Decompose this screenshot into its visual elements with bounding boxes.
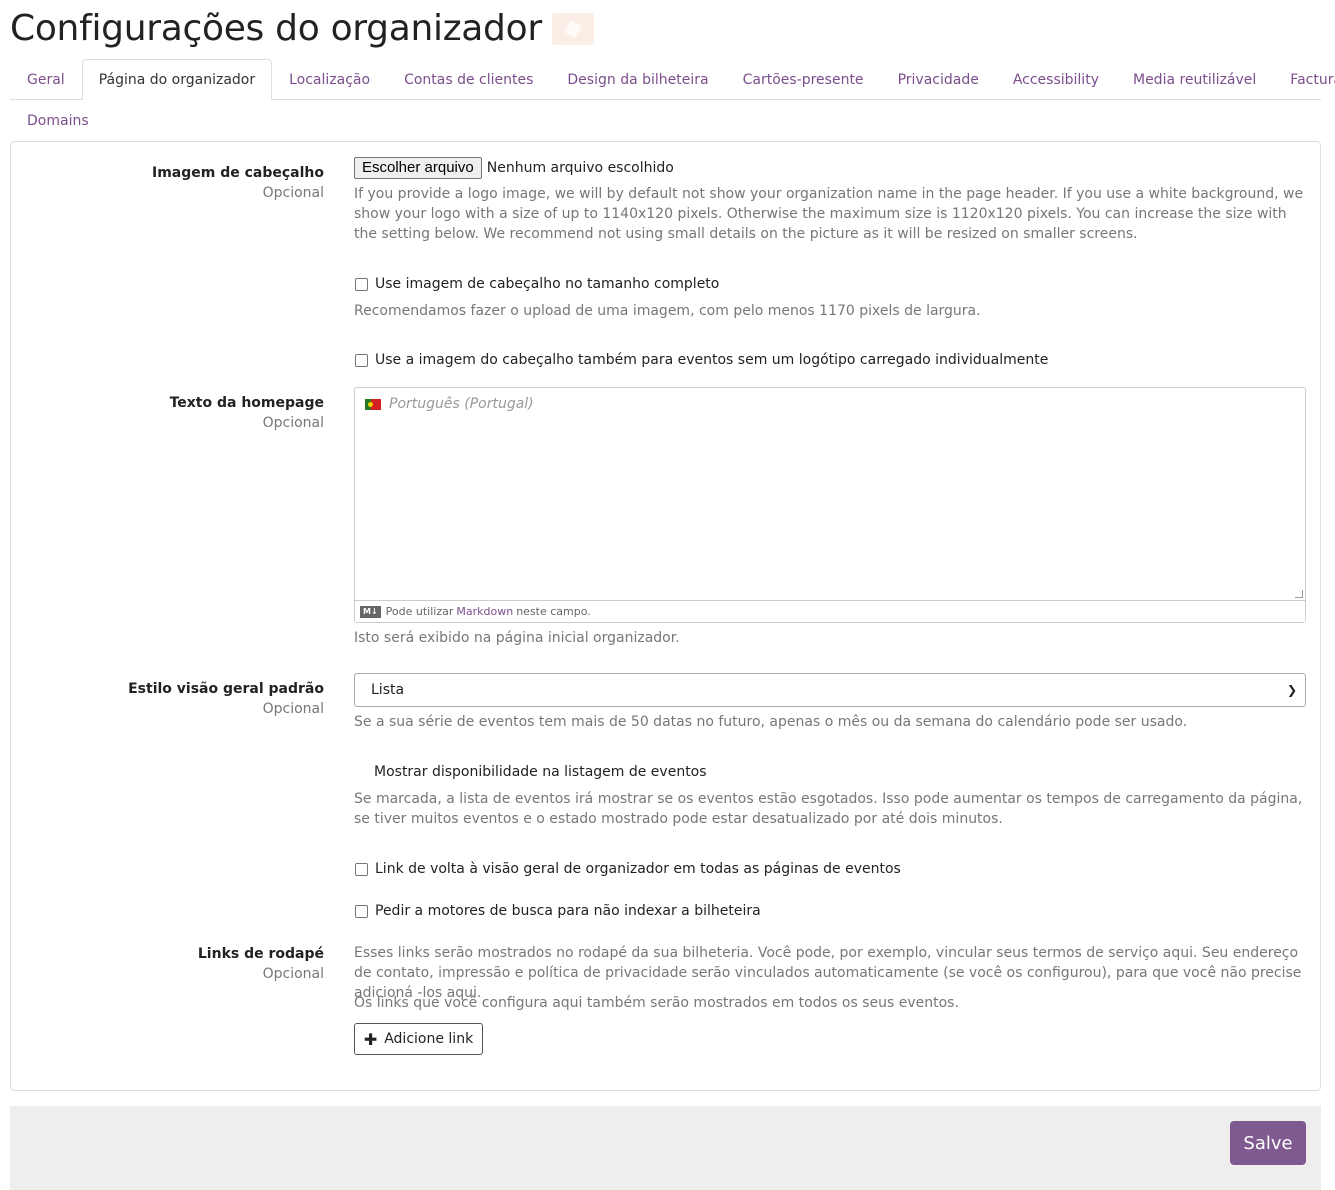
homepage-text-label-text: Texto da homepage [169,395,324,411]
page-title: Configurações do organizador [10,8,542,49]
homepage-text-editor[interactable]: Português (Portugal) M↓ Pode utilizar Ma… [354,387,1306,623]
tab-invoices[interactable]: Facturas [1273,59,1335,99]
file-status: Nenhum arquivo escolhido [486,160,674,176]
optional-text: Opcional [262,185,324,201]
organizer-logo [551,13,594,45]
tab-row-2: Domains [10,100,1321,141]
availability-row: Mostrar disponibilidade na listagem de e… [374,764,707,780]
settings-tabs: Geral Página do organizador Localização … [10,59,1335,141]
tab-organizer-page[interactable]: Página do organizador [81,59,273,100]
file-input: Escolher arquivo Nenhum arquivo escolhid… [354,157,674,179]
title-row: Configurações do organizador [10,6,594,52]
save-button[interactable]: Salve [1230,1121,1306,1165]
optional-text: Opcional [262,415,324,431]
markdown-hint: M↓ Pode utilizar Markdown neste campo. [355,600,1305,622]
tab-accessibility[interactable]: Accessibility [996,59,1116,99]
use-for-events-label: Use a imagem do cabeçalho também para ev… [375,352,1049,368]
choose-file-button[interactable]: Escolher arquivo [354,157,482,179]
chevron-down-icon: ❯ [1286,683,1297,697]
homepage-text-help: Isto será exibido na página inicial orga… [354,630,680,646]
availability-help: Se marcada, a lista de eventos irá mostr… [354,791,1303,827]
tab-gift-cards[interactable]: Cartões-presente [726,59,881,99]
overview-style-label-text: Estilo visão geral padrão [128,681,324,697]
full-size-row: Use imagem de cabeçalho no tamanho compl… [354,276,719,292]
tab-privacy[interactable]: Privacidade [881,59,996,99]
tab-row-1: Geral Página do organizador Localização … [10,59,1335,100]
availability-label[interactable]: Mostrar disponibilidade na listagem de e… [374,764,707,780]
back-link-row: Link de volta à visão geral de organizad… [354,861,901,877]
portugal-flag-icon [365,398,381,410]
overview-style-value: Lista [371,682,405,698]
back-link-checkbox[interactable] [355,862,368,876]
use-for-events-row: Use a imagem do cabeçalho também para ev… [354,352,1048,368]
header-image-label: Imagem de cabeçalho Opcional [11,163,324,203]
homepage-text-label: Texto da homepage Opcional [11,393,324,433]
full-size-help: Recomendamos fazer o upload de uma image… [354,303,981,319]
tab-domains[interactable]: Domains [10,100,106,141]
full-size-checkbox[interactable] [355,277,368,291]
tab-geral[interactable]: Geral [10,59,82,99]
form-footer: Salve [10,1106,1321,1190]
markdown-prefix: Pode utilizar [385,605,454,618]
overview-style-select[interactable]: Lista ❯ [354,673,1306,707]
noindex-label: Pedir a motores de busca para não indexa… [375,903,761,919]
add-link-label: Adicione link [384,1031,474,1047]
tab-localizacao[interactable]: Localização [272,59,387,99]
plus-icon: ✚ [363,1029,378,1049]
markdown-icon: M↓ [360,605,381,618]
full-size-label: Use imagem de cabeçalho no tamanho compl… [375,276,720,292]
settings-panel: Imagem de cabeçalho Opcional Escolher ar… [10,141,1321,1091]
tab-reusable-media[interactable]: Media reutilizável [1116,59,1273,99]
optional-text: Opcional [262,701,324,717]
tab-customer-accounts[interactable]: Contas de clientes [387,59,550,99]
markdown-link[interactable]: Markdown [456,605,513,618]
header-image-label-text: Imagem de cabeçalho [151,165,324,181]
footer-links-label: Links de rodapé Opcional [11,944,324,984]
noindex-row: Pedir a motores de busca para não indexa… [354,903,761,919]
markdown-suffix: neste campo. [516,605,591,618]
resize-handle-icon[interactable] [1295,590,1303,598]
footer-links-label-text: Links de rodapé [197,946,324,962]
noindex-checkbox[interactable] [355,904,368,918]
language-indicator: Português (Portugal) [365,396,534,412]
tab-shop-design[interactable]: Design da bilheteira [550,59,725,99]
header-image-help: If you provide a logo image, we will by … [354,186,1304,242]
overview-style-label: Estilo visão geral padrão Opcional [11,679,324,719]
back-link-label: Link de volta à visão geral de organizad… [375,861,901,877]
homepage-text-placeholder: Português (Portugal) [389,396,534,412]
use-for-events-checkbox[interactable] [355,353,368,367]
add-link-button[interactable]: ✚ Adicione link [354,1023,483,1055]
overview-style-help: Se a sua série de eventos tem mais de 50… [354,714,1188,730]
optional-text: Opcional [262,966,324,982]
footer-links-help-2: Os links que você configura aqui também … [354,995,959,1011]
